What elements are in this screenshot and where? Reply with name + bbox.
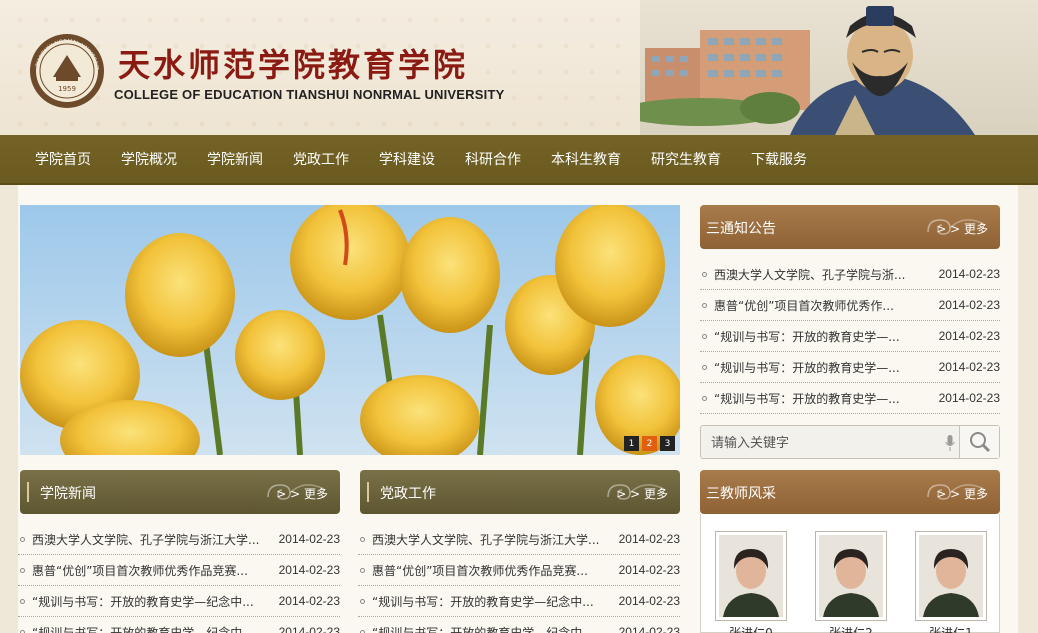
- party-work-header: 党政工作 > > 更多: [360, 470, 680, 514]
- list-item[interactable]: “规训与书写：开放的教育史学—纪念中... 2014-02-23: [358, 586, 680, 617]
- list-item[interactable]: “规训与书写：开放的教育史学—... 2014-02-23: [700, 352, 1000, 383]
- section-mark-icon: 三: [706, 486, 720, 502]
- list-item[interactable]: 西澳大学人文学院、孔子学院与浙... 2014-02-23: [700, 259, 1000, 290]
- nav-item-downloads[interactable]: 下载服务: [751, 149, 807, 169]
- nav-item-research[interactable]: 科研合作: [465, 149, 521, 169]
- nav-item-news[interactable]: 学院新闻: [207, 149, 263, 169]
- teacher-name[interactable]: 张进仁1: [915, 624, 987, 633]
- bullet-icon: [702, 364, 707, 370]
- list-item[interactable]: 西澳大学人文学院、孔子学院与浙江大学... 2014-02-23: [358, 524, 680, 555]
- nav-item-party-work[interactable]: 党政工作: [293, 149, 349, 169]
- teacher-photo-1[interactable]: [715, 531, 787, 621]
- teacher-portrait: [919, 535, 983, 617]
- bullet-icon: [20, 629, 25, 633]
- notice-panel-title: 三通知公告: [706, 221, 776, 237]
- banner-slideshow[interactable]: 1 2 3: [20, 205, 680, 455]
- college-news-title: 学院新闻: [40, 486, 96, 502]
- teacher-name[interactable]: 张进仁0: [715, 624, 787, 633]
- party-work-title: 党政工作: [380, 486, 436, 502]
- notice-more-link[interactable]: > > 更多: [936, 220, 988, 237]
- teachers-more-link[interactable]: > > 更多: [936, 485, 988, 502]
- teacher-name[interactable]: 张进仁2: [815, 624, 887, 633]
- bullet-icon: [20, 567, 25, 573]
- list-item[interactable]: 西澳大学人文学院、孔子学院与浙江大学... 2014-02-23: [18, 524, 340, 555]
- college-news-more-link[interactable]: > > 更多: [276, 485, 328, 502]
- tulips-photo: [20, 205, 680, 455]
- banner-pager: 1 2 3: [624, 436, 675, 451]
- svg-text:1959: 1959: [58, 85, 76, 93]
- nav-item-overview[interactable]: 学院概况: [121, 149, 177, 169]
- search-icon: [970, 432, 991, 453]
- section-bar-icon: [367, 482, 369, 502]
- teachers-panel-title: 三教师风采: [706, 486, 776, 502]
- list-item[interactable]: “规训与书写：开放的教育史学—纪念中... 2014-02-23: [18, 586, 340, 617]
- section-bar-icon: [27, 482, 29, 502]
- nav-item-graduate[interactable]: 研究生教育: [651, 149, 721, 169]
- bullet-icon: [20, 598, 25, 604]
- search-button[interactable]: [959, 426, 999, 458]
- banner-dot-2[interactable]: 2: [642, 436, 657, 451]
- section-mark-icon: 三: [706, 221, 720, 237]
- party-work-more-link[interactable]: > > 更多: [616, 485, 668, 502]
- nav-item-undergraduate[interactable]: 本科生教育: [551, 149, 621, 169]
- list-item[interactable]: “规训与书写：开放的教育史学—纪念中... 2014-02-23: [358, 617, 680, 633]
- search-input[interactable]: [711, 434, 931, 452]
- teacher-portrait: [819, 535, 883, 617]
- site-subtitle: COLLEGE OF EDUCATION TIANSHUI NONRMAL UN…: [114, 87, 505, 102]
- teacher-portrait: [719, 535, 783, 617]
- list-item[interactable]: 惠普“优创”项目首次教师优秀作品竞赛... 2014-02-23: [358, 555, 680, 586]
- microphone-icon[interactable]: [945, 435, 955, 451]
- list-item[interactable]: “规训与书写：开放的教育史学—... 2014-02-23: [700, 321, 1000, 352]
- bullet-icon: [360, 536, 365, 542]
- nav-item-home[interactable]: 学院首页: [35, 149, 91, 169]
- bullet-icon: [360, 629, 365, 633]
- banner-dot-1[interactable]: 1: [624, 436, 639, 451]
- college-news-header: 学院新闻 > > 更多: [20, 470, 340, 514]
- site-title: 天水师范学院教育学院: [118, 46, 469, 84]
- campus-confucius-illustration: [640, 0, 1038, 135]
- bullet-icon: [20, 536, 25, 542]
- party-work-list: 西澳大学人文学院、孔子学院与浙江大学... 2014-02-23 惠普“优创”项目…: [358, 524, 680, 633]
- college-news-list: 西澳大学人文学院、孔子学院与浙江大学... 2014-02-23 惠普“优创”项目…: [18, 524, 340, 633]
- bullet-icon: [360, 598, 365, 604]
- teachers-panel-header: 三教师风采 > > 更多: [700, 470, 1000, 514]
- bullet-icon: [702, 302, 707, 308]
- banner-dot-3[interactable]: 3: [660, 436, 675, 451]
- list-item[interactable]: 惠普“优创”项目首次教师优秀作品竞赛... 2014-02-23: [18, 555, 340, 586]
- bullet-icon: [360, 567, 365, 573]
- site-header: 1959 TIANSHUI NORMAL UNIVERSITY 天水师范学院教育…: [0, 0, 1038, 135]
- nav-item-discipline[interactable]: 学科建设: [379, 149, 435, 169]
- list-item[interactable]: “规训与书写：开放的教育史学—纪念中... 2014-02-23: [18, 617, 340, 633]
- bullet-icon: [702, 333, 707, 339]
- notice-panel-header: 三通知公告 > > 更多: [700, 205, 1000, 249]
- bullet-icon: [702, 395, 707, 401]
- university-seal-logo[interactable]: 1959 TIANSHUI NORMAL UNIVERSITY: [29, 33, 105, 109]
- notice-list: 西澳大学人文学院、孔子学院与浙... 2014-02-23 惠普“优创”项目首次教…: [700, 259, 1000, 414]
- list-item[interactable]: “规训与书写：开放的教育史学—... 2014-02-23: [700, 383, 1000, 414]
- main-nav: 学院首页 学院概况 学院新闻 党政工作 学科建设 科研合作 本科生教育 研究生教…: [0, 135, 1038, 185]
- teacher-photo-3[interactable]: [915, 531, 987, 621]
- list-item[interactable]: 惠普“优创”项目首次教师优秀作... 2014-02-23: [700, 290, 1000, 321]
- site-search: [700, 425, 1000, 459]
- teacher-photo-2[interactable]: [815, 531, 887, 621]
- bullet-icon: [702, 271, 707, 277]
